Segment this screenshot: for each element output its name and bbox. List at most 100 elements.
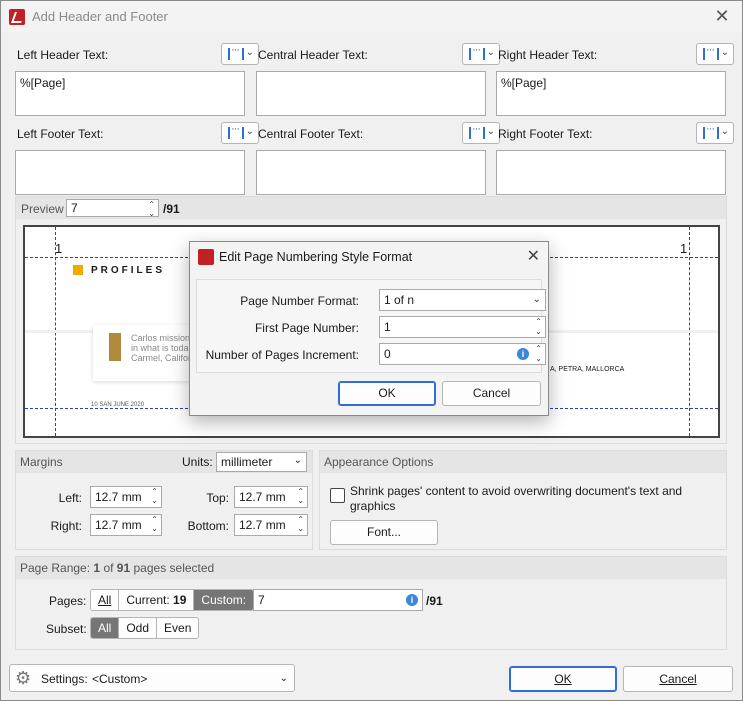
app-logo-icon	[9, 9, 25, 25]
central-footer-textbox[interactable]	[256, 150, 486, 195]
subset-all-button[interactable]: All	[91, 618, 120, 638]
format-value: 1 of n	[384, 293, 415, 307]
article-line-2: in what is toda	[131, 343, 189, 353]
right-header-label: Right Header Text:	[498, 48, 598, 62]
top-margin-spinner[interactable]: 12.7 mm ⌃ ⌄	[234, 486, 308, 508]
bottom-margin-spinner[interactable]: 12.7 mm ⌃ ⌄	[234, 514, 308, 536]
chevron-down-icon: ⌄	[245, 47, 254, 58]
shrink-label: Shrink pages' content to avoid overwriti…	[350, 484, 682, 514]
left-margin-value: 12.7 mm	[95, 490, 142, 504]
spin-arrows-icon[interactable]: ⌃ ⌄	[297, 515, 304, 533]
right-footer-macro-button[interactable]: ⌄	[696, 122, 734, 144]
left-margin-label: Left:	[58, 491, 82, 505]
shrink-label-line-2: graphics	[350, 499, 396, 513]
preview-total: /91	[163, 202, 180, 216]
photo-caption: A, PETRA, MALLORCA	[550, 366, 625, 373]
left-margin-spinner[interactable]: 12.7 mm ⌃ ⌄	[90, 486, 162, 508]
top-margin-value: 12.7 mm	[239, 490, 286, 504]
units-label: Units:	[182, 455, 213, 469]
subset-even-button[interactable]: Even	[157, 618, 199, 638]
spin-arrows-icon[interactable]: ⌃ ⌄	[297, 487, 304, 505]
settings-label: Settings:	[41, 672, 88, 686]
close-icon[interactable]: ✕	[527, 246, 540, 266]
title-bar: Add Header and Footer ✕	[1, 1, 742, 32]
spin-arrows-icon[interactable]: ⌃ ⌄	[151, 515, 158, 533]
macro-icon	[469, 123, 485, 139]
left-footer-macro-button[interactable]: ⌄	[221, 122, 259, 144]
article-line-3: Carmel, Califor	[131, 353, 192, 363]
chevron-down-icon: ⌄	[720, 126, 729, 137]
right-header-textbox[interactable]: %[Page]	[496, 71, 726, 116]
first-page-spinner[interactable]: 1 ⌃ ⌄	[379, 316, 546, 338]
central-header-label: Central Header Text:	[258, 48, 368, 62]
margins-group: Margins Units: millimeter ⌄ Left: 12.7 m…	[15, 450, 313, 550]
left-footer-textbox[interactable]	[15, 150, 245, 195]
right-footer-textbox[interactable]	[496, 150, 726, 195]
spin-arrows-icon[interactable]: ⌃ ⌄	[535, 344, 542, 364]
custom-pages-value: 7	[258, 593, 265, 607]
first-page-value: 1	[384, 320, 391, 334]
cancel-button[interactable]: Cancel	[623, 666, 733, 692]
preview-label: Preview	[21, 202, 64, 216]
macro-icon	[703, 123, 719, 139]
bottom-margin-label: Bottom:	[187, 519, 229, 533]
shrink-checkbox[interactable]	[330, 488, 345, 503]
page-range-suffix: pages selected	[133, 561, 215, 575]
dialog-ok-button[interactable]: OK	[338, 381, 436, 406]
window-title: Add Header and Footer	[32, 9, 168, 24]
ok-button[interactable]: OK	[509, 666, 617, 692]
chevron-down-icon: ⌄	[245, 126, 254, 137]
chevron-down-icon: ⌄	[720, 47, 729, 58]
settings-dropdown[interactable]: ⚙ Settings: <Custom> ⌄	[9, 664, 295, 692]
right-margin-spinner[interactable]: 12.7 mm ⌃ ⌄	[90, 514, 162, 536]
increment-label: Number of Pages Increment:	[205, 348, 359, 362]
info-icon: i	[406, 594, 418, 606]
preview-page-value: 7	[71, 201, 78, 215]
central-header-textbox[interactable]	[256, 71, 486, 116]
units-value: millimeter	[221, 455, 273, 469]
subset-odd-button[interactable]: Odd	[119, 618, 158, 638]
format-select[interactable]: 1 of n ⌄	[379, 289, 546, 311]
bottom-margin-value: 12.7 mm	[239, 518, 286, 532]
central-header-macro-button[interactable]: ⌄	[462, 43, 500, 65]
right-header-macro-button[interactable]: ⌄	[696, 43, 734, 65]
edit-page-numbering-dialog: Edit Page Numbering Style Format ✕ Page …	[189, 241, 549, 416]
close-icon[interactable]: ✕	[712, 6, 732, 26]
format-label: Page Number Format:	[240, 294, 359, 308]
units-select[interactable]: millimeter ⌄	[216, 452, 307, 472]
macro-icon	[228, 123, 244, 139]
left-header-macro-button[interactable]: ⌄	[221, 43, 259, 65]
preview-footer-text: 10 SAN JUNE 2020	[91, 402, 145, 408]
pages-current-button[interactable]: Current: 19	[119, 590, 195, 610]
preview-page-spinner[interactable]: 7 ⌃ ⌄	[66, 199, 159, 218]
left-header-textbox[interactable]: %[Page]	[15, 71, 245, 116]
increment-value: 0	[384, 347, 391, 361]
chevron-down-icon: ⌄	[486, 126, 495, 137]
central-footer-cell: Central Footer Text: ⌄	[256, 119, 500, 195]
pages-custom-button[interactable]: Custom:	[194, 590, 254, 610]
chevron-down-icon: ⌄	[486, 47, 495, 58]
ok-label: OK	[554, 672, 572, 686]
font-button[interactable]: Font...	[330, 520, 438, 545]
left-header-label: Left Header Text:	[17, 48, 109, 62]
current-label: Current:	[126, 593, 170, 607]
article-card: Carlos mission in what is toda Carmel, C…	[93, 325, 195, 381]
article-thumbnail	[109, 333, 121, 361]
numbering-fields-panel: Page Number Format: 1 of n ⌄ First Page …	[196, 279, 546, 373]
profiles-bullet-icon	[73, 265, 83, 275]
chevron-down-icon: ⌄	[532, 294, 541, 305]
spin-arrows-icon[interactable]: ⌃ ⌄	[535, 317, 542, 337]
right-margin-label: Right:	[50, 519, 82, 533]
macro-icon	[469, 44, 485, 60]
custom-pages-input[interactable]: 7 i	[253, 589, 423, 611]
page-range-of: of	[103, 561, 114, 575]
right-margin-value: 12.7 mm	[95, 518, 142, 532]
chevron-down-icon[interactable]: ⌄	[294, 455, 302, 466]
central-footer-macro-button[interactable]: ⌄	[462, 122, 500, 144]
spin-arrows-icon[interactable]: ⌃ ⌄	[148, 200, 155, 218]
increment-spinner[interactable]: 0 i ⌃ ⌄	[379, 343, 546, 365]
spin-arrows-icon[interactable]: ⌃ ⌄	[151, 487, 158, 505]
appearance-title: Appearance Options	[324, 455, 434, 469]
dialog-cancel-button[interactable]: Cancel	[442, 381, 541, 406]
pages-all-button[interactable]: All	[91, 590, 120, 610]
